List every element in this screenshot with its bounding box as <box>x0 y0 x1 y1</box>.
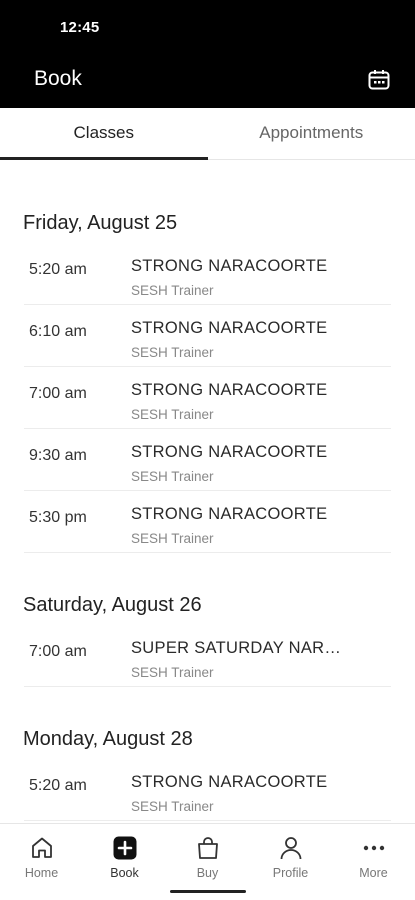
class-trainer: SESH Trainer <box>131 469 214 484</box>
home-icon <box>31 837 52 858</box>
schedule-list[interactable]: Friday, August 25 5:20 am STRONG NARACOO… <box>0 161 415 823</box>
day-header: Friday, August 25 <box>23 212 178 234</box>
nav-label: Home <box>24 866 59 880</box>
home-indicator <box>170 890 246 893</box>
nav-home[interactable]: Home <box>0 824 83 900</box>
class-trainer: SESH Trainer <box>131 283 214 298</box>
bottom-nav: Home Book Buy Profile More <box>0 823 415 900</box>
nav-label: More <box>359 866 388 880</box>
class-name: STRONG NARACOORTE <box>131 381 328 399</box>
class-row[interactable]: 7:00 am SUPER SATURDAY NAR… SESH Trainer <box>24 625 391 687</box>
nav-label: Buy <box>196 866 219 880</box>
status-bar: 12:45 <box>0 0 415 54</box>
class-name: SUPER SATURDAY NAR… <box>131 639 342 657</box>
class-name: STRONG NARACOORTE <box>131 505 328 523</box>
tab-bar: Classes Appointments <box>0 108 415 160</box>
class-row[interactable]: 5:20 am STRONG NARACOORTE SESH Trainer <box>24 759 391 821</box>
tab-classes[interactable]: Classes <box>0 108 208 160</box>
class-trainer: SESH Trainer <box>131 345 214 360</box>
class-name: STRONG NARACOORTE <box>131 257 328 275</box>
class-trainer: SESH Trainer <box>131 531 214 546</box>
calendar-button[interactable] <box>365 66 393 94</box>
class-row[interactable]: 7:00 am STRONG NARACOORTE SESH Trainer <box>24 367 391 429</box>
nav-label: Profile <box>272 866 309 880</box>
class-row[interactable]: 9:30 am STRONG NARACOORTE SESH Trainer <box>24 429 391 491</box>
status-time: 12:45 <box>60 19 100 36</box>
class-time: 7:00 am <box>29 385 87 402</box>
nav-more[interactable]: More <box>332 824 415 900</box>
nav-buy[interactable]: Buy <box>166 824 249 900</box>
nav-label: Book <box>110 866 139 880</box>
day-header: Saturday, August 26 <box>23 594 202 616</box>
day-section: Friday, August 25 5:20 am STRONG NARACOO… <box>0 161 415 553</box>
class-trainer: SESH Trainer <box>131 407 214 422</box>
class-time: 7:00 am <box>29 643 87 660</box>
person-icon <box>280 837 301 860</box>
class-time: 6:10 am <box>29 323 87 340</box>
calendar-icon <box>368 70 390 90</box>
class-time: 5:30 pm <box>29 509 87 526</box>
page-title: Book <box>34 67 82 90</box>
class-row[interactable]: 6:10 am STRONG NARACOORTE SESH Trainer <box>24 305 391 367</box>
day-section: Saturday, August 26 7:00 am SUPER SATURD… <box>0 553 415 687</box>
class-trainer: SESH Trainer <box>131 799 214 814</box>
day-section: Monday, August 28 5:20 am STRONG NARACOO… <box>0 687 415 821</box>
class-name: STRONG NARACOORTE <box>131 773 328 791</box>
class-name: STRONG NARACOORTE <box>131 443 328 461</box>
nav-profile[interactable]: Profile <box>249 824 332 900</box>
class-time: 5:20 am <box>29 777 87 794</box>
app-bar: Book <box>0 54 415 108</box>
class-name: STRONG NARACOORTE <box>131 319 328 337</box>
class-time: 9:30 am <box>29 447 87 464</box>
shopping-bag-icon <box>197 837 218 859</box>
nav-book[interactable]: Book <box>83 824 166 900</box>
day-header: Monday, August 28 <box>23 728 193 750</box>
class-row[interactable]: 5:30 pm STRONG NARACOORTE SESH Trainer <box>24 491 391 553</box>
tab-appointments[interactable]: Appointments <box>208 108 415 159</box>
more-dots-icon <box>363 845 384 851</box>
class-trainer: SESH Trainer <box>131 665 214 680</box>
book-plus-icon <box>113 836 136 860</box>
class-time: 5:20 am <box>29 261 87 278</box>
class-row[interactable]: 5:20 am STRONG NARACOORTE SESH Trainer <box>24 243 391 305</box>
